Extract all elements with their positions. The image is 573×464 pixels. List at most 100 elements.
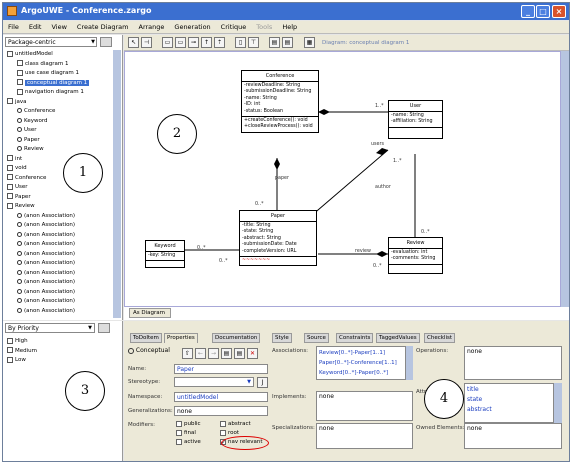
tree-node[interactable]: Paper xyxy=(5,193,119,203)
tree-node[interactable]: (anon Association) xyxy=(5,307,119,317)
menu-help[interactable]: Help xyxy=(277,21,302,31)
checkbox[interactable] xyxy=(176,429,182,436)
tree-node[interactable]: navigation diagram 1 xyxy=(5,88,119,98)
navigator-scrollbar[interactable] xyxy=(113,50,121,318)
todo-config-button[interactable] xyxy=(98,323,110,333)
minimize-button[interactable]: _ xyxy=(521,5,535,18)
stereotype-select[interactable]: ▼ xyxy=(174,377,254,387)
namespace-field[interactable]: untitledModel xyxy=(174,392,268,402)
tree-node[interactable]: int xyxy=(5,155,119,165)
tree-node[interactable]: Review xyxy=(5,145,119,155)
menu-critique[interactable]: Critique xyxy=(216,21,252,31)
attributes-list[interactable]: title state abstract xyxy=(464,383,554,423)
realization-tool[interactable]: ⊤ xyxy=(248,37,259,48)
tree-node[interactable]: (anon Association) xyxy=(5,297,119,307)
forward-button[interactable]: → xyxy=(208,348,219,359)
menu-create-diagram[interactable]: Create Diagram xyxy=(72,21,134,31)
attribute-item[interactable]: state xyxy=(467,395,551,405)
new-attribute-button[interactable]: ▤ xyxy=(221,348,232,359)
checkbox[interactable] xyxy=(176,420,182,427)
package-tool[interactable]: ▭ xyxy=(175,37,186,48)
tab-constraints[interactable]: Constraints xyxy=(336,333,374,343)
name-field[interactable]: Paper xyxy=(174,364,268,374)
delete-button[interactable]: ✕ xyxy=(247,348,258,359)
tree-node[interactable]: (anon Association) xyxy=(5,278,119,288)
tab-properties[interactable]: Properties xyxy=(164,333,198,343)
navigator-config-button[interactable] xyxy=(100,37,112,47)
tree-node[interactable]: (anon Association) xyxy=(5,231,119,241)
diagram-canvas[interactable]: Conference -reviewDeadline: String -subm… xyxy=(124,51,561,307)
association-item[interactable]: Review[0..*]-Paper[1..1] xyxy=(319,348,403,358)
modifier-abstract[interactable]: abstract xyxy=(220,420,263,429)
todo-sort-select[interactable]: By Priority ▼ xyxy=(5,323,95,333)
interface-tool[interactable]: ▯ xyxy=(235,37,246,48)
back-button[interactable]: ← xyxy=(195,348,206,359)
tree-node[interactable]: Paper xyxy=(5,136,119,146)
class-paper[interactable]: Paper -title: String -state: String -abs… xyxy=(239,210,317,267)
modifier-final[interactable]: final xyxy=(176,429,201,438)
tree-node[interactable]: (anon Association) xyxy=(5,240,119,250)
implements-list[interactable]: none xyxy=(316,391,413,421)
maximize-button[interactable]: □ xyxy=(536,5,550,18)
menu-file[interactable]: File xyxy=(3,21,24,31)
operation-tool[interactable]: ▤ xyxy=(282,37,293,48)
diagram-tab[interactable]: As Diagram xyxy=(129,308,171,318)
tree-node[interactable]: (anon Association) xyxy=(5,259,119,269)
tree-node[interactable]: Keyword xyxy=(5,117,119,127)
specializations-list[interactable]: none xyxy=(316,423,413,449)
attribute-item[interactable]: abstract xyxy=(467,405,551,415)
perspective-select[interactable]: Package-centric ▼ xyxy=(5,37,97,47)
tree-node[interactable]: (anon Association) xyxy=(5,221,119,231)
tree-node[interactable]: java xyxy=(5,98,119,108)
tree-node[interactable]: untitledModel xyxy=(5,50,119,60)
owned-elements-list[interactable]: none xyxy=(464,423,562,449)
dependency-tool[interactable]: ⇡ xyxy=(214,37,225,48)
association-tool[interactable]: ⊸ xyxy=(188,37,199,48)
tab-documentation[interactable]: Documentation xyxy=(212,333,261,343)
modifier-public[interactable]: public xyxy=(176,420,201,429)
associations-scrollbar[interactable] xyxy=(406,346,413,380)
tree-node[interactable]: class diagram 1 xyxy=(5,60,119,70)
association-item[interactable]: Paper[0..*]-Conference[1..1] xyxy=(319,358,403,368)
tree-node[interactable]: conceptual diagram 1 xyxy=(5,79,119,89)
tree-node[interactable]: User xyxy=(5,126,119,136)
tab-style[interactable]: Style xyxy=(272,333,292,343)
tree-node[interactable]: (anon Association) xyxy=(5,288,119,298)
tree-node[interactable]: (anon Association) xyxy=(5,212,119,222)
todo-item[interactable]: Medium xyxy=(7,347,37,357)
tab-taggedvalues[interactable]: TaggedValues xyxy=(376,333,420,343)
menu-generation[interactable]: Generation xyxy=(169,21,215,31)
todo-item[interactable]: Low xyxy=(7,356,37,366)
tab-source[interactable]: Source xyxy=(304,333,329,343)
select-tool[interactable]: ↖ xyxy=(128,37,139,48)
class-keyword[interactable]: Keyword -key: String xyxy=(145,240,185,269)
tree-node[interactable]: use case diagram 1 xyxy=(5,69,119,79)
menu-view[interactable]: View xyxy=(46,21,71,31)
association-item[interactable]: Keyword[0..*]-Paper[0..*] xyxy=(319,368,403,378)
generalization-tool[interactable]: ↑ xyxy=(201,37,212,48)
close-button[interactable]: × xyxy=(552,5,566,18)
stereotype-edit-button[interactable]: J xyxy=(257,377,268,388)
tree-node[interactable]: (anon Association) xyxy=(5,269,119,279)
new-operation-button[interactable]: ▤ xyxy=(234,348,245,359)
modifier-active[interactable]: active xyxy=(176,438,201,447)
menu-tools[interactable]: Tools xyxy=(251,21,277,31)
checkbox[interactable] xyxy=(220,420,226,427)
tab-todoitem[interactable]: ToDoItem xyxy=(130,333,162,343)
class-user[interactable]: User -name: String -affiliation: String xyxy=(388,100,443,139)
class-tool[interactable]: ▭ xyxy=(162,37,173,48)
attribute-tool[interactable]: ▤ xyxy=(269,37,280,48)
class-review[interactable]: Review -evaluation: int -comments: Strin… xyxy=(388,237,443,274)
menu-edit[interactable]: Edit xyxy=(24,21,47,31)
broom-tool[interactable]: ⊣ xyxy=(141,37,152,48)
generalizations-field[interactable]: none xyxy=(174,406,268,416)
tree-node[interactable]: (anon Association) xyxy=(5,250,119,260)
todo-item[interactable]: High xyxy=(7,337,37,347)
tree-node[interactable]: User xyxy=(5,183,119,193)
menu-arrange[interactable]: Arrange xyxy=(134,21,170,31)
checkbox[interactable] xyxy=(220,429,226,436)
checkbox[interactable] xyxy=(176,438,182,445)
attributes-scrollbar[interactable] xyxy=(554,383,562,423)
class-conference[interactable]: Conference -reviewDeadline: String -subm… xyxy=(241,70,319,133)
tree-node[interactable]: Review xyxy=(5,202,119,212)
